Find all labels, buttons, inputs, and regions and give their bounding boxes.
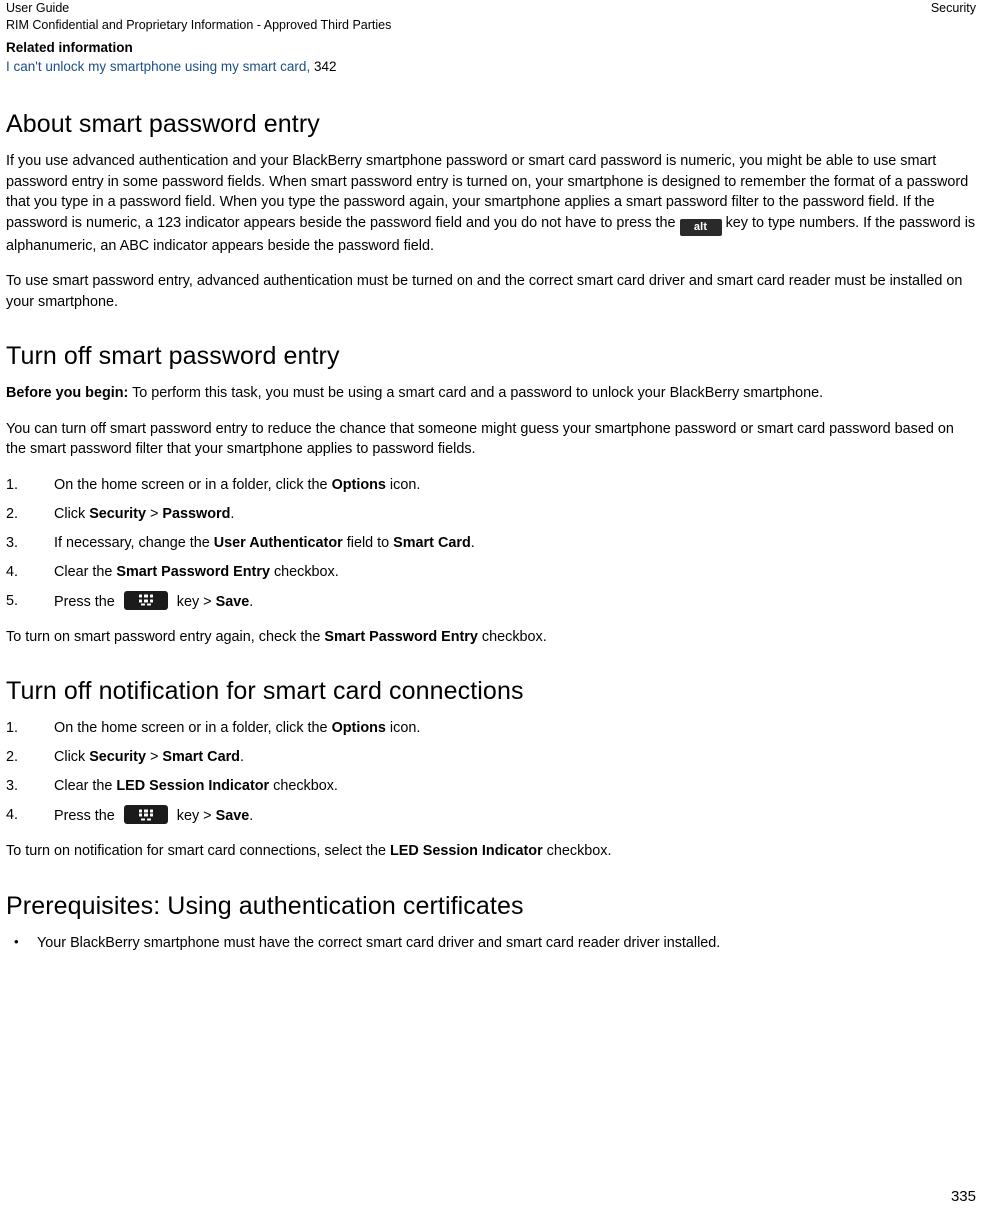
plain-text: icon. [385, 476, 421, 493]
plain-text: Press the [54, 808, 119, 824]
page-header: User Guide RIM Confidential and Propriet… [6, 0, 976, 40]
plain-text: . [249, 593, 254, 610]
list-item-number: 4. [6, 807, 19, 823]
bullet-list-prerequisites: • Your BlackBerry smartphone must have th… [6, 933, 976, 953]
header-right: Security [931, 0, 976, 17]
document-page: User Guide RIM Confidential and Propriet… [0, 0, 982, 1213]
heading-about-smart-password-entry: About smart password entry [6, 110, 320, 138]
emphasis-text: Smart Password Entry [116, 563, 270, 580]
emphasis-text: Save [215, 593, 250, 610]
heading-turn-off-smart-password-entry: Turn off smart password entry [6, 342, 340, 370]
list-item: 3. Clear the LED Session Indicator checkb… [6, 776, 976, 796]
plain-text: Clear the [54, 563, 117, 580]
steps-list-turn-off-smart-password: 1. On the home screen or in a folder, cli… [6, 475, 976, 612]
list-item: 2. Click Security > Smart Card. [6, 747, 976, 767]
list-item-text: Your BlackBerry smartphone must have the… [37, 934, 721, 951]
plain-text: . [470, 534, 475, 551]
paragraph-turn-on-smart-password-again: To turn on smart password entry again, c… [6, 627, 976, 648]
header-left: User Guide RIM Confidential and Propriet… [6, 0, 391, 34]
before-you-begin-text: To perform this task, you must be using … [128, 385, 824, 401]
list-item-number: 1. [6, 476, 19, 493]
plain-text: To turn on smart password entry again, c… [6, 628, 325, 645]
menu-key-icon [123, 590, 168, 610]
list-item: • Your BlackBerry smartphone must have th… [6, 933, 976, 953]
plain-text: key > [172, 593, 216, 610]
plain-text: . [230, 505, 235, 522]
page-number-footer: 335 [950, 1188, 976, 1205]
list-item: 3. If necessary, change the User Authenti… [6, 533, 976, 553]
plain-text: Clear the [54, 778, 117, 794]
plain-text: . [249, 808, 254, 824]
paragraph-turn-on-notification-again: To turn on notification for smart card c… [6, 841, 976, 862]
plain-text: key > [172, 808, 216, 824]
heading-prerequisites-authentication-certificates: Prerequisites: Using authentication cert… [6, 891, 524, 920]
list-item-number: 5. [6, 592, 19, 609]
emphasis-text: User Authenticator [213, 534, 343, 551]
plain-text: icon. [385, 720, 421, 736]
menu-key-icon [123, 805, 168, 824]
plain-text: checkbox. [542, 843, 612, 859]
emphasis-text: Security [89, 505, 146, 522]
list-item: 5. Press the key > Save. [6, 590, 976, 612]
header-doc-title: User Guide [6, 1, 70, 15]
related-information-page-ref: 342 [310, 59, 337, 74]
paragraph-smart-password-entry-2: To use smart password entry, advanced au… [6, 273, 963, 310]
plain-text: Click [54, 749, 90, 765]
alt-key-icon: alt [679, 218, 722, 236]
plain-text: checkbox. [477, 628, 547, 645]
emphasis-text: Security [89, 749, 146, 765]
emphasis-text: Smart Card [162, 749, 240, 765]
plain-text: To turn on notification for smart card c… [6, 843, 390, 859]
menu-key-dots [138, 594, 153, 606]
plain-text: On the home screen or in a folder, click… [54, 476, 332, 493]
list-item-number: 4. [6, 563, 19, 580]
related-information-heading: Related information [6, 40, 133, 55]
list-item: 1. On the home screen or in a folder, cli… [6, 475, 976, 495]
plain-text: > [145, 749, 163, 765]
list-item-number: 2. [6, 505, 19, 522]
header-confidentiality-notice: RIM Confidential and Proprietary Informa… [6, 18, 392, 32]
plain-text: checkbox. [269, 778, 338, 794]
plain-text: If necessary, change the [54, 534, 214, 551]
steps-list-turn-off-notification: 1. On the home screen or in a folder, cli… [6, 718, 976, 826]
plain-text: > [145, 505, 163, 522]
before-you-begin-label: Before you begin: [6, 385, 129, 401]
emphasis-text: Options [331, 720, 386, 736]
list-item-number: 3. [6, 778, 19, 794]
list-item-number: 2. [6, 749, 19, 765]
plain-text: On the home screen or in a folder, click… [54, 720, 332, 736]
bullet-icon: • [14, 933, 19, 949]
paragraph-turn-off-smart-password-intro: You can turn off smart password entry to… [6, 420, 954, 458]
header-chapter-title: Security [930, 1, 976, 15]
emphasis-text: Smart Card [393, 534, 471, 551]
list-item: 2. Click Security > Password. [6, 504, 976, 524]
list-item: 1. On the home screen or in a folder, cli… [6, 718, 976, 738]
emphasis-text: LED Session Indicator [389, 843, 543, 859]
plain-text: . [239, 749, 244, 765]
related-information-link[interactable]: I can't unlock my smartphone using my sm… [6, 59, 310, 74]
list-item: 4. Press the key > Save. [6, 805, 976, 826]
plain-text: Press the [54, 593, 119, 610]
heading-turn-off-notification-smart-card: Turn off notification for smart card con… [6, 677, 524, 705]
emphasis-text: Save [215, 808, 250, 824]
emphasis-text: LED Session Indicator [116, 778, 270, 794]
paragraph-smart-password-entry-1: If you use advanced authentication and y… [6, 151, 976, 256]
emphasis-text: Smart Password Entry [324, 628, 478, 645]
plain-text: checkbox. [269, 563, 339, 580]
menu-key-dots [138, 809, 153, 820]
list-item-number: 3. [6, 534, 19, 551]
list-item: 4. Clear the Smart Password Entry checkbo… [6, 562, 976, 582]
emphasis-text: Password [162, 505, 231, 522]
plain-text: field to [342, 534, 394, 551]
paragraph-before-you-begin: Before you begin: To perform this task, … [6, 383, 976, 404]
related-information-line: I can't unlock my smartphone using my sm… [6, 57, 976, 76]
list-item-number: 1. [6, 720, 19, 736]
emphasis-text: Options [331, 476, 386, 493]
plain-text: Click [54, 505, 90, 522]
